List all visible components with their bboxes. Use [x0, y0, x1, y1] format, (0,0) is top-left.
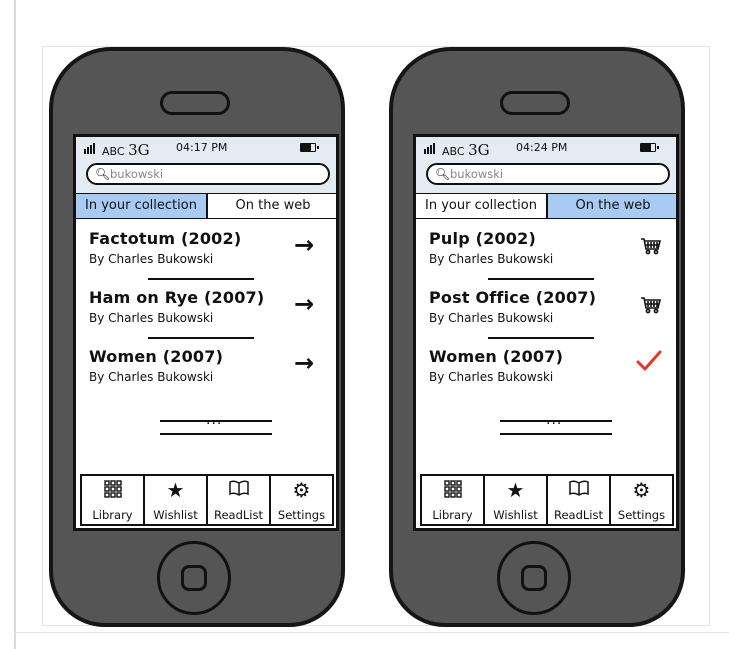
grid-icon [82, 479, 143, 503]
earpiece [500, 91, 570, 115]
load-more-button[interactable]: ... [500, 412, 612, 435]
book-author: By Charles Bukowski [429, 252, 554, 266]
divider [148, 337, 254, 339]
bottom-tab-bar: Library ★ Wishlist ReadList ⚙ Settings [80, 474, 334, 526]
cart-icon[interactable] [640, 237, 662, 259]
status-bar: ABC 3G 04:24 PM [416, 137, 676, 159]
search-row: 🔍︎ [416, 159, 676, 193]
tab-library[interactable]: Library [82, 476, 143, 524]
list-item[interactable]: Factotum (2002) By Charles Bukowski → [76, 227, 336, 286]
search-box[interactable]: 🔍︎ [86, 163, 330, 185]
tab-readlist[interactable]: ReadList [206, 476, 269, 524]
earpiece [160, 91, 230, 115]
list-item[interactable]: Ham on Rye (2007) By Charles Bukowski → [76, 286, 336, 345]
carrier-label: ABC 3G [102, 141, 150, 159]
arrow-right-icon[interactable]: → [294, 233, 314, 257]
book-title: Women (2007) [89, 347, 224, 366]
bottom-divider [14, 632, 729, 633]
tab-label: ReadList [554, 508, 603, 522]
cart-icon[interactable] [640, 296, 662, 318]
tab-settings[interactable]: ⚙ Settings [609, 476, 672, 524]
home-button[interactable] [497, 541, 571, 615]
divider [148, 278, 254, 280]
tab-library[interactable]: Library [422, 476, 483, 524]
list-item[interactable]: Women (2007) By Charles Bukowski → [76, 345, 336, 404]
book-icon [548, 479, 609, 501]
tab-label: Library [92, 508, 133, 522]
search-box[interactable]: 🔍︎ [426, 163, 670, 185]
book-title: Pulp (2002) [429, 229, 536, 248]
star-icon: ★ [166, 478, 185, 502]
tab-label: Settings [277, 508, 326, 522]
tab-in-your-collection[interactable]: In your collection [76, 194, 206, 218]
network-label: 3G [128, 141, 150, 159]
tab-label: Wishlist [153, 508, 198, 522]
home-button[interactable] [157, 541, 231, 615]
grid-icon [422, 479, 483, 503]
book-title: Ham on Rye (2007) [89, 288, 265, 307]
battery-icon [640, 143, 659, 152]
phone-screen: ABC 3G 04:17 PM 🔍︎ In your collection On… [73, 134, 339, 531]
gear-icon: ⚙ [632, 478, 651, 502]
bottom-tab-bar: Library ★ Wishlist ReadList ⚙ Settings [420, 474, 674, 526]
book-title: Post Office (2007) [429, 288, 597, 307]
arrow-right-icon[interactable]: → [294, 351, 314, 375]
phone-screen: ABC 3G 04:24 PM 🔍︎ In your collection On… [413, 134, 679, 531]
load-more-button[interactable]: ... [160, 412, 272, 435]
book-title: Women (2007) [429, 347, 564, 366]
list-item[interactable]: Women (2007) By Charles Bukowski [416, 345, 676, 404]
tab-on-the-web[interactable]: On the web [206, 194, 336, 218]
segmented-tabs: In your collection On the web [76, 193, 336, 219]
phone-mockup-web: ABC 3G 04:24 PM 🔍︎ In your collection On… [389, 47, 685, 627]
arrow-right-icon[interactable]: → [294, 292, 314, 316]
book-author: By Charles Bukowski [429, 311, 554, 325]
status-time: 04:17 PM [176, 141, 228, 154]
search-input[interactable] [110, 167, 310, 181]
list-item[interactable]: Post Office (2007) By Charles Bukowski [416, 286, 676, 345]
book-author: By Charles Bukowski [429, 370, 554, 384]
status-time: 04:24 PM [516, 141, 568, 154]
checkmark-icon [635, 349, 663, 378]
results-list: Factotum (2002) By Charles Bukowski → Ha… [76, 227, 336, 404]
tab-on-the-web[interactable]: On the web [546, 194, 676, 218]
search-icon: 🔍︎ [435, 167, 451, 181]
divider [488, 337, 594, 339]
tab-in-your-collection[interactable]: In your collection [416, 194, 546, 218]
results-list: Pulp (2002) By Charles Bukowski Post Off… [416, 227, 676, 404]
star-icon: ★ [506, 478, 525, 502]
search-input[interactable] [450, 167, 650, 181]
book-author: By Charles Bukowski [89, 252, 214, 266]
tab-label: Settings [617, 508, 666, 522]
segmented-tabs: In your collection On the web [416, 193, 676, 219]
network-label: 3G [468, 141, 490, 159]
search-row: 🔍︎ [76, 159, 336, 193]
carrier-label: ABC 3G [442, 141, 490, 159]
left-divider [14, 0, 16, 649]
tab-settings[interactable]: ⚙ Settings [269, 476, 332, 524]
tab-label: ReadList [214, 508, 263, 522]
tab-readlist[interactable]: ReadList [546, 476, 609, 524]
book-author: By Charles Bukowski [89, 370, 214, 384]
tab-wishlist[interactable]: ★ Wishlist [483, 476, 546, 524]
book-author: By Charles Bukowski [89, 311, 214, 325]
battery-icon [300, 143, 319, 152]
divider [488, 278, 594, 280]
tab-wishlist[interactable]: ★ Wishlist [143, 476, 206, 524]
tab-label: Library [432, 508, 473, 522]
phone-mockup-collection: ABC 3G 04:17 PM 🔍︎ In your collection On… [49, 47, 345, 627]
gear-icon: ⚙ [292, 478, 311, 502]
book-icon [208, 479, 269, 501]
list-item[interactable]: Pulp (2002) By Charles Bukowski [416, 227, 676, 286]
status-bar: ABC 3G 04:17 PM [76, 137, 336, 159]
book-title: Factotum (2002) [89, 229, 242, 248]
tab-label: Wishlist [493, 508, 538, 522]
search-icon: 🔍︎ [95, 167, 111, 181]
